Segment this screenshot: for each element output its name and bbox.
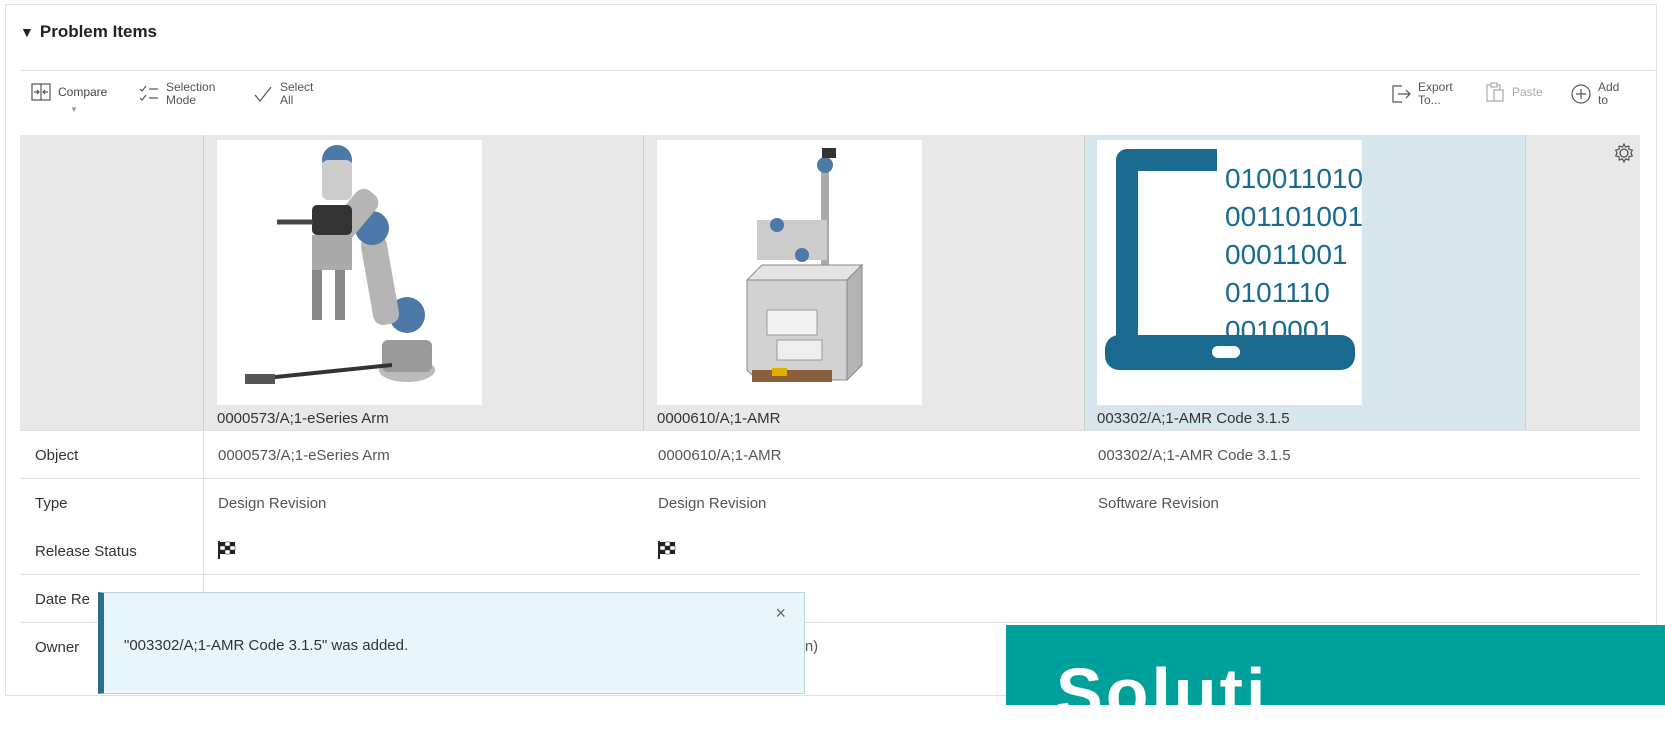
- overlay-banner-text: Soluti: [1056, 654, 1269, 732]
- section-title: Problem Items: [39, 22, 158, 41]
- item-thumbnail-label[interactable]: 0000573/A;1-eSeries Arm: [217, 410, 389, 427]
- gear-icon[interactable]: [1613, 142, 1635, 164]
- add-line2: to: [1598, 93, 1609, 107]
- selection-mode-button[interactable]: Selection Mode: [138, 81, 215, 107]
- selection-mode-line1: Selection: [166, 80, 216, 94]
- header-divider: [20, 70, 1655, 71]
- property-label: Object: [35, 447, 79, 464]
- add-to-label: Add to: [1598, 81, 1619, 107]
- section-header[interactable]: ▼ Problem Items: [20, 20, 157, 44]
- export-to-label: Export To...: [1418, 81, 1453, 107]
- notification-toast: × "003302/A;1-AMR Code 3.1.5" was added.: [98, 592, 805, 694]
- export-line2: To...: [1418, 93, 1441, 107]
- compare-dropdown-caret-icon[interactable]: ▼: [70, 105, 78, 114]
- property-label: Owner: [35, 639, 80, 656]
- add-to-button[interactable]: Add to: [1570, 81, 1619, 107]
- compare-button[interactable]: Compare: [30, 81, 107, 103]
- overlay-banner: Soluti: [1006, 625, 1665, 732]
- property-value: Design Revision: [658, 495, 767, 512]
- property-label: Type: [35, 495, 68, 512]
- amr-robot-image: [745, 148, 864, 382]
- checkmark-icon: [254, 86, 272, 102]
- property-value: 003302/A;1-AMR Code 3.1.5: [1098, 447, 1291, 464]
- item-thumbnail[interactable]: 010011010 001101001 00011001 0101110 001…: [1097, 140, 1362, 405]
- paste-label: Paste: [1512, 85, 1543, 99]
- selection-mode-line2: Mode: [166, 93, 197, 107]
- column-divider: [1084, 135, 1085, 430]
- export-line1: Export: [1418, 80, 1453, 94]
- select-all-line1: Select: [280, 80, 314, 94]
- binary-line: 001101001: [1225, 201, 1362, 232]
- binary-line: 0010001: [1225, 315, 1334, 346]
- toast-message: "003302/A;1-AMR Code 3.1.5" was added.: [124, 637, 409, 654]
- column-divider: [643, 135, 644, 430]
- item-thumbnail-label[interactable]: 0000610/A;1-AMR: [657, 410, 780, 427]
- binary-line: 010011010: [1225, 163, 1362, 194]
- add-line1: Add: [1598, 80, 1620, 94]
- binary-line: 0101110: [1225, 277, 1330, 308]
- property-label: Release Status: [35, 543, 137, 560]
- compare-label: Compare: [58, 85, 108, 99]
- paste-button[interactable]: Paste: [1484, 81, 1543, 103]
- property-value: 0000573/A;1-eSeries Arm: [218, 447, 390, 464]
- release-flag-icon: [218, 541, 236, 559]
- collapse-triangle-icon[interactable]: ▼: [20, 24, 34, 40]
- release-flag-icon: [658, 541, 676, 559]
- property-value: Design Revision: [218, 495, 327, 512]
- add-circle-icon: [1571, 84, 1591, 104]
- property-row-type: Type Design Revision Design Revision Sof…: [20, 478, 1640, 575]
- compare-icon: [31, 83, 51, 101]
- toolbar: Compare ▼ Selection Mode Select All Expo…: [20, 75, 1655, 125]
- close-icon[interactable]: ×: [775, 603, 786, 624]
- property-row-object: Object 0000573/A;1-eSeries Arm 0000610/A…: [20, 430, 1640, 479]
- property-value: 0000610/A;1-AMR: [658, 447, 782, 464]
- column-divider: [203, 135, 204, 430]
- export-icon: [1392, 85, 1411, 103]
- item-thumbnail[interactable]: [217, 140, 482, 405]
- software-laptop-image: 010011010 001101001 00011001 0101110 001…: [1105, 149, 1362, 370]
- robot-arm-image: [245, 145, 435, 384]
- checklist-icon: [139, 85, 158, 101]
- item-thumbnail-label[interactable]: 003302/A;1-AMR Code 3.1.5: [1097, 410, 1290, 427]
- column-divider: [1525, 135, 1526, 430]
- item-thumbnail[interactable]: [657, 140, 922, 405]
- export-to-button[interactable]: Export To...: [1390, 81, 1453, 107]
- select-all-line2: All: [280, 93, 294, 107]
- binary-line: 00011001: [1225, 239, 1348, 270]
- select-all-label: Select All: [280, 81, 313, 107]
- property-label: Date Re: [35, 591, 91, 608]
- select-all-button[interactable]: Select All: [252, 81, 313, 107]
- paste-icon: [1486, 82, 1504, 102]
- selection-mode-label: Selection Mode: [166, 81, 215, 107]
- property-value: Software Revision: [1098, 495, 1219, 512]
